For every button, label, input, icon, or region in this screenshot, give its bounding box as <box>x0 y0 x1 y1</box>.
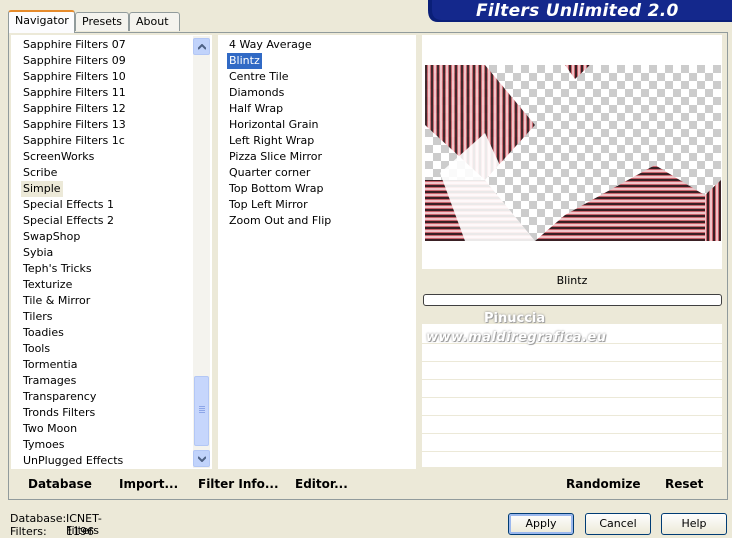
parameter-row <box>422 433 722 434</box>
filters-count-value: 1196 <box>66 525 94 538</box>
category-item[interactable]: Tramages <box>21 373 78 389</box>
database-label: Database: <box>10 512 67 525</box>
database-button[interactable]: Database <box>28 477 92 491</box>
filters-count-label: Filters: <box>10 525 47 538</box>
filter-item[interactable]: Top Bottom Wrap <box>227 181 326 197</box>
category-item[interactable]: SwapShop <box>21 229 82 245</box>
selected-filter-name: Blintz <box>422 271 722 291</box>
chevron-down-icon <box>198 456 206 462</box>
category-scrollbar[interactable] <box>193 36 210 468</box>
category-item[interactable]: Sapphire Filters 07 <box>21 37 128 53</box>
filter-item[interactable]: Horizontal Grain <box>227 117 320 133</box>
parameter-panel <box>422 324 722 467</box>
randomize-button[interactable]: Randomize <box>566 477 640 491</box>
filter-item[interactable]: Half Wrap <box>227 101 285 117</box>
category-item[interactable]: Sapphire Filters 1c <box>21 133 127 149</box>
grip-line <box>199 408 205 409</box>
category-item[interactable]: Sapphire Filters 09 <box>21 53 128 69</box>
tab-presets[interactable]: Presets <box>75 12 129 31</box>
filter-item[interactable]: Diamonds <box>227 85 286 101</box>
progress-bar <box>423 294 722 306</box>
filter-item[interactable]: Pizza Slice Mirror <box>227 149 324 165</box>
category-item[interactable]: Scribe <box>21 165 59 181</box>
scroll-up-button[interactable] <box>193 38 210 55</box>
editor-button[interactable]: Editor... <box>295 477 348 491</box>
scroll-down-button[interactable] <box>193 450 210 467</box>
category-item[interactable]: Special Effects 1 <box>21 197 116 213</box>
import-button[interactable]: Import... <box>119 477 178 491</box>
filter-item[interactable]: 4 Way Average <box>227 37 314 53</box>
title-banner: Filters Unlimited 2.0 <box>428 0 732 22</box>
parameter-row <box>422 451 722 452</box>
category-item[interactable]: ScreenWorks <box>21 149 96 165</box>
parameter-row <box>422 379 722 380</box>
category-item[interactable]: Sapphire Filters 10 <box>21 69 128 85</box>
scroll-thumb[interactable] <box>194 376 209 446</box>
category-item[interactable]: Tormentia <box>21 357 79 373</box>
apply-button[interactable]: Apply <box>508 513 574 535</box>
filter-item[interactable]: Top Left Mirror <box>227 197 310 213</box>
preview-actions: Randomize Reset <box>422 472 722 496</box>
filter-list[interactable]: 4 Way Average Blintz Centre Tile Diamonds Ha… <box>218 35 416 469</box>
category-item[interactable]: Tymoes <box>21 437 66 453</box>
category-item[interactable]: Teph's Tricks <box>21 261 94 277</box>
filter-item[interactable]: Blintz <box>227 53 262 69</box>
category-item[interactable]: Sapphire Filters 12 <box>21 101 128 117</box>
reset-button[interactable]: Reset <box>665 477 703 491</box>
tab-navigator[interactable]: Navigator <box>8 10 75 33</box>
grip-line <box>199 412 205 413</box>
category-item[interactable]: Transparency <box>21 389 98 405</box>
watermark-name: Pinuccia <box>484 311 546 326</box>
chevron-up-icon <box>198 44 206 50</box>
category-item[interactable]: Sapphire Filters 13 <box>21 117 128 133</box>
category-item[interactable]: Two Moon <box>21 421 79 437</box>
category-item[interactable]: Simple <box>21 181 63 197</box>
parameter-row <box>422 397 722 398</box>
category-item[interactable]: Special Effects 2 <box>21 213 116 229</box>
parameter-row <box>422 415 722 416</box>
filter-item[interactable]: Quarter corner <box>227 165 312 181</box>
category-item[interactable]: Sapphire Filters 11 <box>21 85 128 101</box>
category-item[interactable]: Toadies <box>21 325 66 341</box>
filter-item[interactable]: Zoom Out and Flip <box>227 213 333 229</box>
navigator-actions: Database Import... Filter Info... Editor… <box>11 472 416 496</box>
grip-line <box>199 406 205 407</box>
category-item[interactable]: Tools <box>21 341 52 357</box>
preview-image <box>425 65 721 241</box>
category-item[interactable]: UnPlugged Effects <box>21 453 125 469</box>
filter-info-button[interactable]: Filter Info... <box>198 477 279 491</box>
cancel-button[interactable]: Cancel <box>585 513 651 535</box>
category-item[interactable]: Tronds Filters <box>21 405 97 421</box>
filter-item[interactable]: Left Right Wrap <box>227 133 316 149</box>
category-list[interactable]: Sapphire Filters 07 Sapphire Filters 09 Sa… <box>11 35 212 469</box>
grip-line <box>199 410 205 411</box>
category-item[interactable]: Texturize <box>21 277 74 293</box>
parameter-header <box>422 308 722 324</box>
category-item[interactable]: Tilers <box>21 309 55 325</box>
parameter-row <box>422 361 722 362</box>
category-item[interactable]: Sybia <box>21 245 55 261</box>
watermark-url: www.maldiregrafica.eu <box>426 330 607 345</box>
filter-item[interactable]: Centre Tile <box>227 69 291 85</box>
help-button[interactable]: Help <box>661 513 727 535</box>
app-title: Filters Unlimited 2.0 <box>476 1 679 21</box>
category-item[interactable]: Tile & Mirror <box>21 293 92 309</box>
tab-about[interactable]: About <box>129 12 180 31</box>
